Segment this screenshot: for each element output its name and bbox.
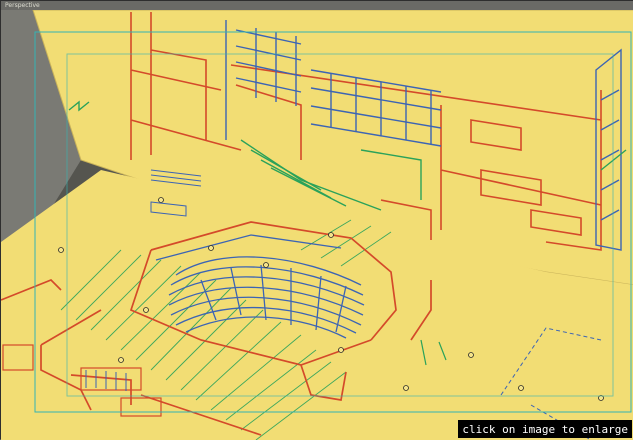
enlarge-caption[interactable]: click on image to enlarge	[458, 420, 632, 438]
viewport-label[interactable]: Perspective	[5, 1, 40, 10]
cad-3d-scene[interactable]	[1, 10, 633, 440]
perspective-viewport[interactable]: Perspective click on image to enlarge	[0, 0, 633, 440]
